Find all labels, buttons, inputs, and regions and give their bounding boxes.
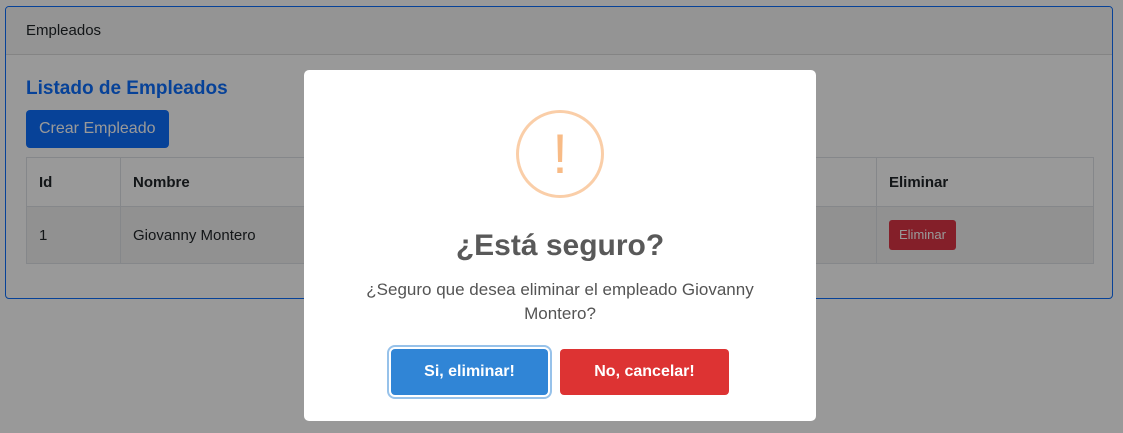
cancel-button[interactable]: No, cancelar! <box>560 349 729 395</box>
confirm-dialog: ! ¿Está seguro? ¿Seguro que desea elimin… <box>304 70 816 421</box>
warning-icon: ! <box>516 110 604 198</box>
confirm-delete-button[interactable]: Si, eliminar! <box>391 349 548 395</box>
dialog-title: ¿Está seguro? <box>455 229 665 262</box>
dialog-text: ¿Seguro que desea eliminar el empleado G… <box>366 280 754 323</box>
